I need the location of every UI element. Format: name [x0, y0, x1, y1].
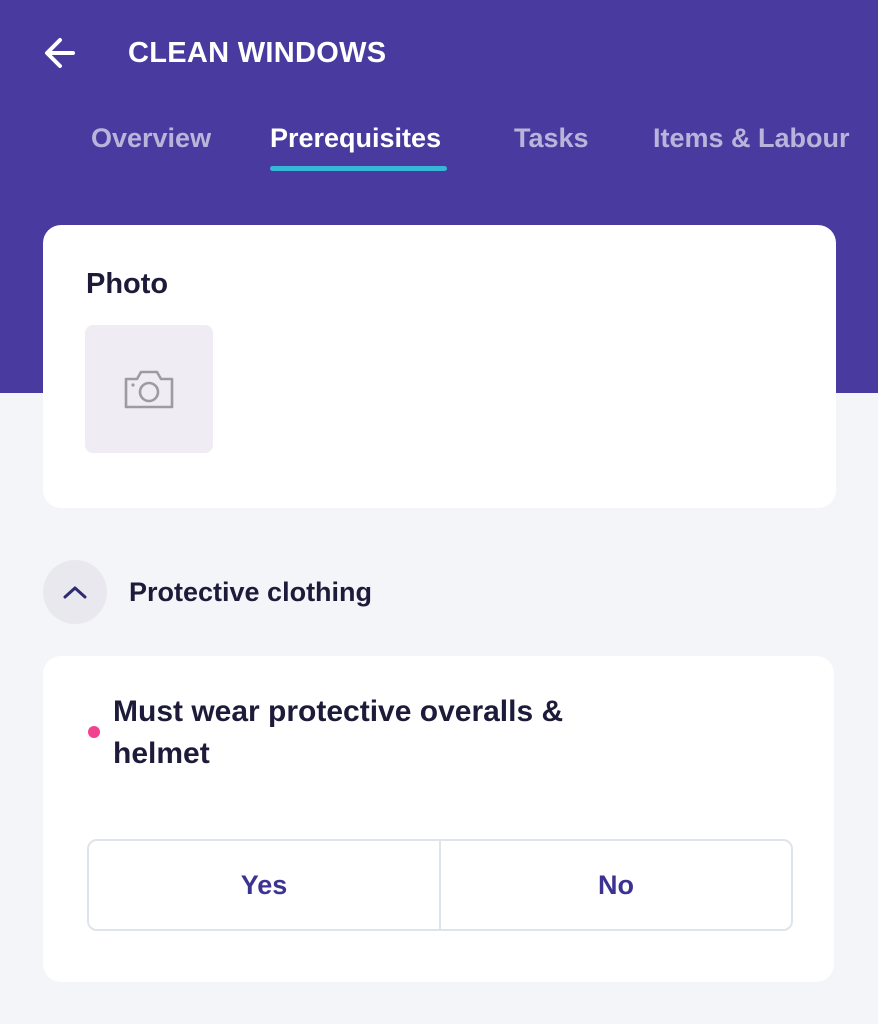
required-indicator	[88, 726, 100, 738]
back-button[interactable]	[32, 30, 88, 76]
tab-prerequisites[interactable]: Prerequisites	[270, 118, 441, 158]
tab-tasks[interactable]: Tasks	[514, 118, 589, 158]
yes-button[interactable]: Yes	[89, 841, 439, 929]
answer-toggle-group: Yes No	[87, 839, 793, 931]
photo-upload-button[interactable]	[85, 325, 213, 453]
no-button[interactable]: No	[439, 841, 791, 929]
photo-card: Photo	[43, 225, 836, 508]
photo-label: Photo	[86, 268, 169, 300]
arrow-left-icon	[45, 38, 75, 68]
tab-overview[interactable]: Overview	[91, 118, 211, 158]
active-tab-indicator	[270, 166, 447, 171]
question-text: Must wear protective overalls & helmet	[113, 695, 564, 770]
camera-icon	[124, 370, 174, 409]
chevron-up-icon	[63, 586, 87, 599]
page-title: CLEAN WINDOWS	[128, 37, 387, 69]
section-collapse-button[interactable]	[43, 560, 107, 624]
tab-items-labour[interactable]: Items & Labour	[653, 118, 850, 158]
section-title: Protective clothing	[129, 577, 373, 607]
question-card: Must wear protective overalls & helmet Y…	[43, 656, 834, 982]
